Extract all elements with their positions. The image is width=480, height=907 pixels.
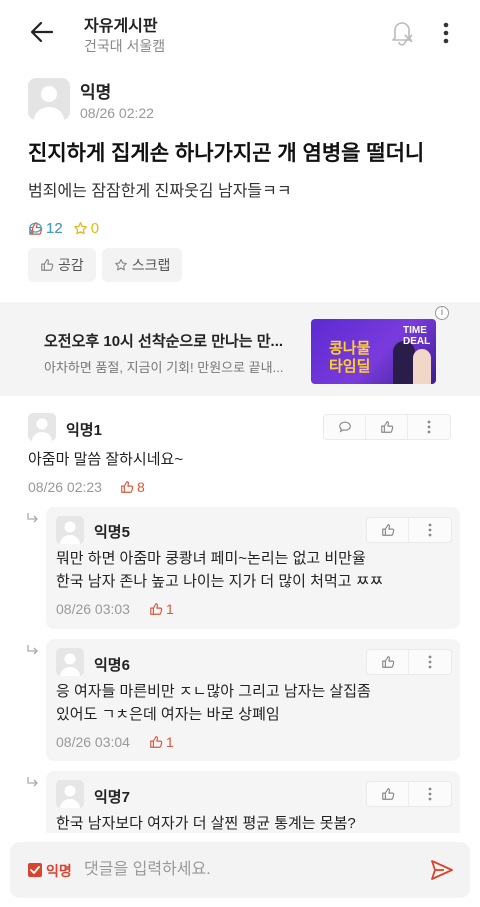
comment-like-value: 8 xyxy=(137,479,145,495)
comment-count-value: 12 xyxy=(46,219,63,237)
comment-text-line-2: 한국 남자 존나 높고 나이는 지가 더 많이 처먹고 ㅉㅉ xyxy=(56,573,384,590)
anonymous-label[interactable]: 익명 xyxy=(46,861,72,881)
comment-time: 08/26 03:04 xyxy=(56,734,130,750)
more-vertical-icon[interactable] xyxy=(436,20,456,46)
comment-more-button[interactable] xyxy=(408,415,450,439)
comment-actions xyxy=(366,649,452,675)
ad-person-figure xyxy=(393,341,415,384)
comment-time: 08/26 02:23 xyxy=(28,479,102,495)
post-body: 범죄에는 잠잠한게 진짜웃김 남자들ㅋㅋ xyxy=(28,183,292,200)
anonymous-checkbox[interactable] xyxy=(28,863,42,877)
scrap-button[interactable]: 스크랩 xyxy=(101,248,183,282)
post-stats: 12 12 0 xyxy=(28,218,109,238)
thumb-up-icon xyxy=(381,788,394,800)
ad-image-text-2: 타임딜 xyxy=(329,358,371,375)
comment-like-button[interactable] xyxy=(366,415,408,439)
thumb-up-icon xyxy=(381,656,394,668)
reply-arrow-icon xyxy=(26,776,40,790)
ad-person-figure-2 xyxy=(413,349,431,384)
comment-count: 12 xyxy=(28,220,63,237)
comment-author: 익명1 xyxy=(66,422,102,439)
ad-image-badge: TIME DEAL xyxy=(403,325,431,347)
reply-arrow-icon xyxy=(26,644,40,658)
comment-text-line-1: 응 여자들 마른비만 ㅈㄴ많아 그리고 남자는 살집좀 xyxy=(56,683,371,700)
speech-bubble-icon xyxy=(29,222,42,234)
comment-more-button[interactable] xyxy=(409,518,451,542)
ad-title[interactable]: 오전오후 10시 선착순으로 만나는 만... xyxy=(44,330,288,351)
scrap-button-label: 스크랩 xyxy=(131,257,171,273)
comment-avatar xyxy=(56,516,84,544)
comment-like-count: 1 xyxy=(149,734,174,750)
comment-composer: 익명 xyxy=(10,842,470,898)
thumb-up-icon xyxy=(380,421,393,433)
comment-text-line-2: 있어도 ㄱㅊ은데 여자는 바로 상폐임 xyxy=(56,706,280,723)
post-actions: 공감 스크랩 xyxy=(28,248,188,282)
ad-image[interactable]: TIME DEAL 콩나물 타임딜 xyxy=(311,319,436,384)
like-button-label: 공감 xyxy=(58,257,84,273)
comment-actions xyxy=(366,781,452,807)
more-vertical-icon xyxy=(428,523,432,537)
top-bar: 자유게시판 건국대 서울캠 xyxy=(0,0,480,68)
more-vertical-icon xyxy=(428,655,432,669)
scrap-count: 0 xyxy=(73,220,99,237)
campus-name: 건국대 서울캠 xyxy=(84,38,166,54)
like-button[interactable]: 공감 xyxy=(28,248,96,282)
bell-off-icon[interactable] xyxy=(388,17,416,47)
comment-text-line-1: 뭐만 하면 아줌마 쿵쾅녀 페미~논리는 없고 비만율 xyxy=(56,550,366,567)
comment-more-button[interactable] xyxy=(409,782,451,806)
comment-like-button[interactable] xyxy=(367,650,409,674)
star-icon xyxy=(73,221,87,234)
comment-text: 한국 남자보다 여자가 더 살찐 평균 통계는 못봄? xyxy=(56,815,356,832)
comment-author: 익명7 xyxy=(94,789,130,806)
comment-like-button[interactable] xyxy=(367,518,409,542)
comment-actions xyxy=(366,517,452,543)
reply-arrow-icon xyxy=(26,512,40,526)
post-author: 익명 xyxy=(80,83,112,102)
reply-button[interactable] xyxy=(324,415,366,439)
thumb-up-icon xyxy=(41,259,54,271)
speech-bubble-icon xyxy=(338,421,351,433)
thumb-up-icon xyxy=(381,524,394,536)
comment-like-count: 1 xyxy=(149,601,174,617)
more-vertical-icon xyxy=(428,787,432,801)
ad-description[interactable]: 아차하면 품절, 지금이 기회! 만원으로 끝내... xyxy=(44,357,292,376)
comment-avatar xyxy=(56,780,84,808)
comment-like-value: 1 xyxy=(166,734,174,750)
board-title: 자유게시판 xyxy=(84,18,158,35)
comment-author: 익명6 xyxy=(94,657,130,674)
comment-text: 아줌마 말씀 잘하시네요~ xyxy=(28,451,184,468)
comment-text-clip: 한국 남자보다 여자가 더 살찐 평균 통계는 못봄? xyxy=(46,812,460,833)
comment-input[interactable] xyxy=(84,856,414,884)
back-arrow-icon[interactable] xyxy=(28,18,56,46)
scrap-count-value: 0 xyxy=(90,219,100,237)
comment-more-button[interactable] xyxy=(409,650,451,674)
comment-time: 08/26 03:03 xyxy=(56,601,130,617)
comment-avatar xyxy=(56,648,84,676)
post-title: 진지하게 집게손 하나가지곤 개 염병을 떨더니 xyxy=(28,142,425,165)
thumb-up-icon xyxy=(150,736,163,748)
comment-like-button[interactable] xyxy=(367,782,409,806)
thumb-up-icon xyxy=(121,481,134,493)
comment-avatar xyxy=(28,413,56,441)
thumb-up-icon xyxy=(150,603,163,615)
comment-author: 익명5 xyxy=(94,524,130,541)
author-avatar xyxy=(28,78,70,120)
comment-like-count: 8 xyxy=(120,479,145,495)
comment-actions xyxy=(323,414,451,440)
post-time: 08/26 02:22 xyxy=(80,105,154,121)
star-icon xyxy=(114,259,127,271)
comment-like-value: 1 xyxy=(166,601,174,617)
more-vertical-icon xyxy=(427,420,431,434)
send-icon[interactable] xyxy=(428,856,456,884)
ad-info-icon[interactable]: i xyxy=(435,306,449,320)
